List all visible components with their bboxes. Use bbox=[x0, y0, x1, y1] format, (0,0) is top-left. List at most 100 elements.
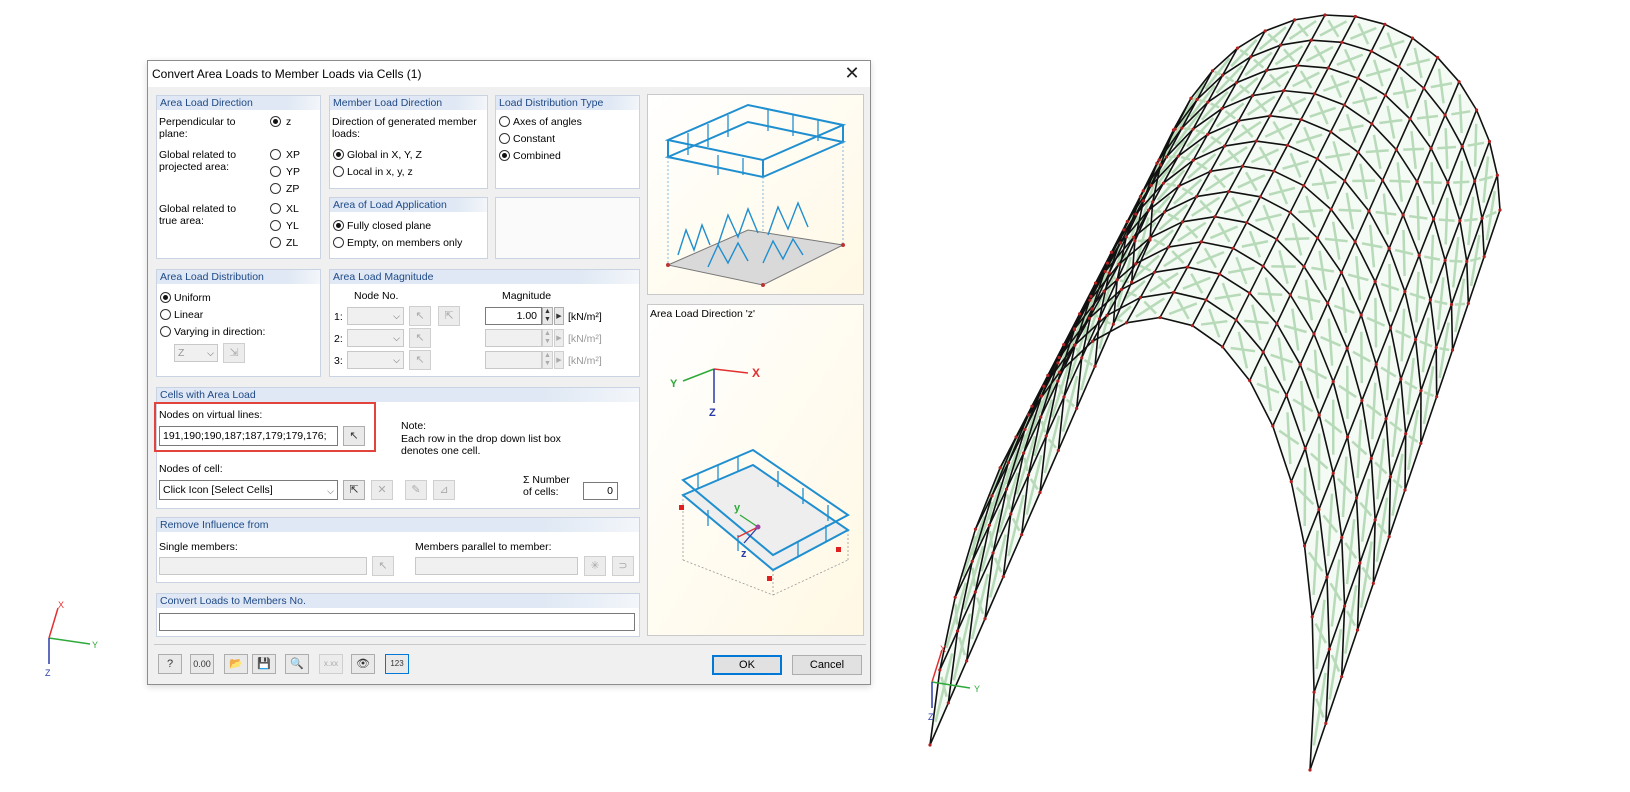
pick-node-icon[interactable]: ↖ bbox=[409, 328, 431, 348]
shell-node bbox=[1072, 327, 1077, 332]
radio-varying[interactable] bbox=[160, 326, 171, 337]
shell-node bbox=[1289, 480, 1293, 484]
pick-parallel-icon[interactable]: ✳ bbox=[584, 556, 606, 576]
cell-load-mark bbox=[1191, 97, 1197, 101]
cell-info-icon[interactable]: ⊿ bbox=[433, 480, 455, 500]
convert-loads-input[interactable] bbox=[159, 613, 635, 631]
select-cells-icon[interactable]: ⇱ bbox=[343, 480, 365, 500]
cell-load-mark bbox=[1022, 434, 1026, 449]
shell-node bbox=[1248, 379, 1252, 383]
spin-icon[interactable]: ▲ ▼ bbox=[542, 307, 553, 325]
spin-icon[interactable]: ▲ ▼ bbox=[542, 351, 553, 369]
preview-axis-y: Y bbox=[670, 378, 678, 390]
radio-fully-closed-plane[interactable] bbox=[333, 220, 344, 231]
cancel-button[interactable]: Cancel bbox=[792, 655, 862, 675]
pick-members-icon[interactable]: ↖ bbox=[372, 556, 394, 576]
shell-node bbox=[973, 590, 977, 594]
open-icon[interactable]: 📂 bbox=[224, 654, 248, 674]
pick-direction-icon[interactable]: ⇲ bbox=[223, 343, 245, 363]
nodes-virtual-label: Nodes on virtual lines: bbox=[159, 409, 263, 421]
radio-empty-members-only[interactable] bbox=[333, 237, 344, 248]
shell-node bbox=[1315, 157, 1319, 161]
spin-icon[interactable]: ▲ ▼ bbox=[542, 329, 553, 347]
radio-uniform-label: Uniform bbox=[174, 292, 211, 304]
shell-node bbox=[1403, 289, 1407, 294]
shell-node bbox=[1356, 76, 1360, 80]
numbering-icon[interactable]: 123 bbox=[385, 654, 409, 674]
pick-node-icon[interactable]: ↖ bbox=[409, 350, 431, 370]
radio-axes-of-angles[interactable] bbox=[499, 116, 510, 127]
radio-xp[interactable] bbox=[270, 149, 281, 160]
shell-node bbox=[1087, 316, 1091, 320]
shell-node bbox=[1115, 278, 1119, 282]
radio-constant[interactable] bbox=[499, 133, 510, 144]
help-icon[interactable]: ? bbox=[158, 654, 182, 674]
shell-node bbox=[1288, 210, 1292, 215]
pick-node-icon[interactable]: ↖ bbox=[409, 306, 431, 326]
shell-node bbox=[1134, 212, 1138, 216]
shell-node bbox=[965, 659, 969, 663]
shell-member bbox=[1404, 433, 1407, 491]
magnitude-input-2[interactable] bbox=[485, 329, 542, 347]
radio-linear[interactable] bbox=[160, 309, 171, 320]
node-select-1[interactable]: ⌵ bbox=[347, 307, 404, 325]
shell-node bbox=[1329, 130, 1333, 134]
direction-select[interactable]: Z ⌵ bbox=[174, 344, 218, 362]
radio-local-xyz[interactable] bbox=[333, 166, 344, 177]
radio-combined[interactable] bbox=[499, 150, 510, 161]
menu-arrow-icon[interactable]: ▶ bbox=[554, 351, 564, 369]
shell-node bbox=[1133, 239, 1137, 243]
footer-separator bbox=[154, 644, 866, 645]
shell-node bbox=[1317, 507, 1321, 512]
filter-icon[interactable]: ⊃ bbox=[612, 556, 634, 576]
menu-arrow-icon[interactable]: ▶ bbox=[554, 329, 564, 347]
preview-axis-z: Z bbox=[709, 407, 716, 419]
dialog-title: Convert Area Loads to Member Loads via C… bbox=[152, 67, 422, 81]
shell-node bbox=[1435, 55, 1440, 60]
shell-node bbox=[1023, 427, 1027, 431]
members-parallel-input[interactable] bbox=[415, 557, 578, 575]
radio-xl[interactable] bbox=[270, 203, 281, 214]
node-select-2[interactable]: ⌵ bbox=[347, 329, 404, 347]
radio-zl[interactable] bbox=[270, 237, 281, 248]
shell-node bbox=[1231, 246, 1235, 250]
shell-node bbox=[1343, 179, 1347, 183]
search-icon[interactable]: 🔍 bbox=[285, 654, 309, 674]
shell-node bbox=[1080, 356, 1084, 360]
shell-node bbox=[1315, 236, 1320, 240]
radio-yl[interactable] bbox=[270, 220, 281, 231]
nodes-of-cell-select[interactable]: Click Icon [Select Cells] ⌵ bbox=[159, 480, 338, 500]
pick-lines-icon[interactable]: ↖ bbox=[343, 426, 365, 446]
view-icon[interactable]: 👁 bbox=[351, 654, 375, 674]
edit-cell-icon[interactable]: ✎ bbox=[405, 480, 427, 500]
load-distribution-type-group: Load Distribution Type Axes of angles Co… bbox=[495, 95, 640, 189]
delete-cell-icon[interactable]: ✕ bbox=[371, 480, 393, 500]
menu-arrow-icon[interactable]: ▶ bbox=[554, 307, 564, 325]
radio-z[interactable] bbox=[270, 116, 281, 127]
magnitude-input-3[interactable] bbox=[485, 351, 542, 369]
units-icon[interactable]: 0.00 bbox=[190, 654, 214, 674]
ok-button[interactable]: OK bbox=[712, 655, 782, 675]
shell-node bbox=[1495, 173, 1499, 177]
nodes-virtual-input[interactable]: 191,190;190,187;187,179;179,176; bbox=[159, 426, 338, 446]
number-of-cells-label-1: Σ Number bbox=[523, 474, 570, 486]
close-icon[interactable]: ✕ bbox=[842, 63, 862, 83]
save-icon[interactable]: 💾 bbox=[252, 654, 276, 674]
node-select-3[interactable]: ⌵ bbox=[347, 351, 404, 369]
radio-z-label: z bbox=[286, 116, 292, 128]
shell-node bbox=[1026, 413, 1031, 417]
shell-node bbox=[1308, 768, 1312, 772]
shell-node bbox=[1345, 346, 1349, 350]
radio-zp[interactable] bbox=[270, 183, 281, 194]
pick-nodes-icon[interactable]: ⇱ bbox=[438, 306, 460, 326]
global-true-label: Global related to true area: bbox=[159, 203, 237, 227]
radio-global-xyz[interactable] bbox=[333, 149, 344, 160]
radio-uniform[interactable] bbox=[160, 292, 171, 303]
radio-yp[interactable] bbox=[270, 166, 281, 177]
shell-node bbox=[1026, 473, 1031, 477]
group-header: Member Load Direction bbox=[330, 96, 487, 110]
single-members-input[interactable] bbox=[159, 557, 367, 575]
magnitude-input-1[interactable]: 1.00 bbox=[485, 307, 542, 325]
shell-node bbox=[1272, 169, 1276, 173]
decimal-icon[interactable]: x.xx bbox=[319, 654, 343, 674]
